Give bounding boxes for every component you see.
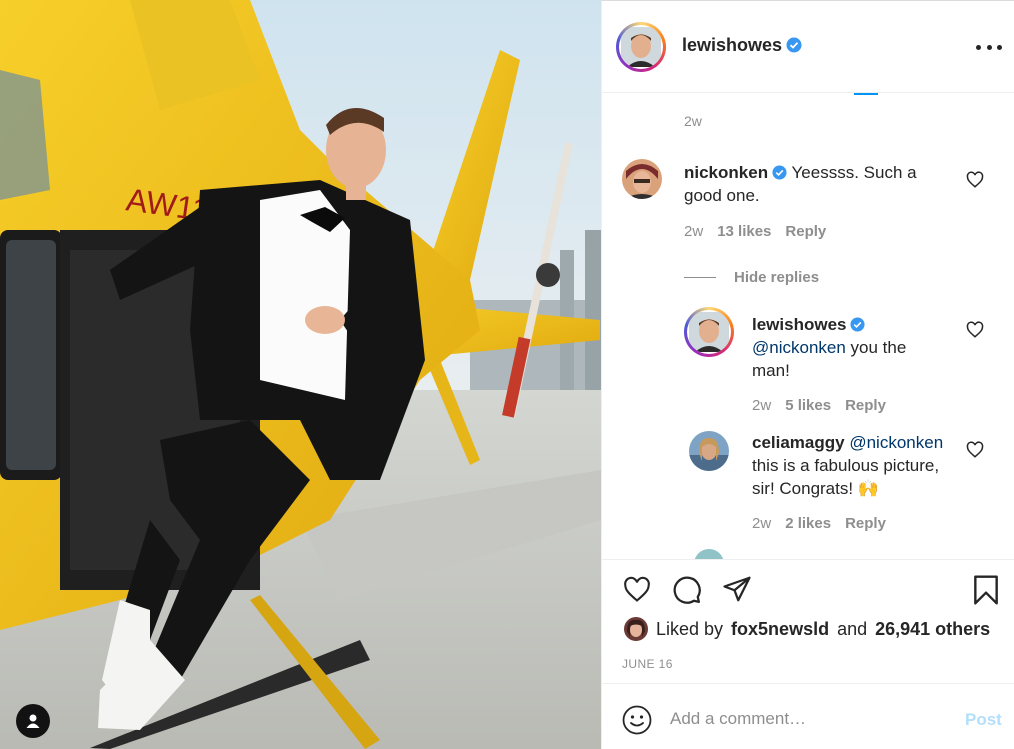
hide-replies-button[interactable]: Hide replies xyxy=(684,269,819,286)
reply-button[interactable]: Reply xyxy=(845,515,886,532)
like-reply-heart-icon[interactable] xyxy=(966,321,984,339)
reply: lewishowes @nickonken you the man! 2w 5 … xyxy=(602,307,1014,417)
more-horizontal-icon-dot xyxy=(986,44,992,50)
comments-list[interactable]: 2w nickonken Yeessss. Such a good one. 2… xyxy=(602,93,1014,559)
post-header: lewishowes xyxy=(602,1,1014,93)
reply-time: 2w xyxy=(752,515,772,532)
heart-icon[interactable] xyxy=(622,576,652,604)
author-username-text: lewishowes xyxy=(682,35,783,55)
verified-badge-icon xyxy=(850,317,866,332)
reply: celiamaggy @nickonken this is a fabulous… xyxy=(602,429,1014,539)
bookmark-icon[interactable] xyxy=(972,574,1000,606)
reply-meta: 2w 2 likes Reply xyxy=(752,515,886,532)
post-date[interactable]: JUNE 16 xyxy=(622,657,673,671)
author-username[interactable]: lewishowes xyxy=(682,35,802,56)
comment-body: nickonken Yeessss. Such a good one. xyxy=(684,161,954,207)
more-options-button[interactable] xyxy=(976,37,1002,57)
reply-mention[interactable]: @nickonken xyxy=(849,433,943,452)
comment: nickonken Yeessss. Such a good one. 2w 1… xyxy=(602,149,1014,259)
reply-avatar[interactable] xyxy=(689,431,729,471)
reply-username[interactable]: lewishowes xyxy=(752,315,846,334)
hide-replies-label: Hide replies xyxy=(734,269,820,286)
caption-time: 2w xyxy=(684,113,702,129)
reply-text-line1: you the xyxy=(850,338,907,357)
verified-badge-icon xyxy=(786,37,802,53)
verified-badge-icon xyxy=(772,165,787,180)
more-horizontal-icon-dot xyxy=(976,44,981,50)
post-comment-button[interactable]: Post xyxy=(965,710,1002,730)
reply-mention[interactable]: @nickonken xyxy=(752,338,846,357)
reply-body: celiamaggy @nickonken this is a fabulous… xyxy=(752,431,967,500)
tagged-users-button[interactable] xyxy=(16,704,50,738)
reply-body: lewishowes @nickonken you the man! xyxy=(752,313,952,382)
paper-plane-icon[interactable] xyxy=(722,574,752,604)
emoji-icon[interactable] xyxy=(622,705,652,735)
liked-by-others[interactable]: 26,941 others xyxy=(875,619,990,640)
reply-likes[interactable]: 2 likes xyxy=(785,515,831,532)
more-horizontal-icon-dot xyxy=(997,44,1002,50)
comment-input[interactable] xyxy=(670,706,930,732)
reply-button[interactable]: Reply xyxy=(785,223,826,240)
reply-button[interactable]: Reply xyxy=(845,397,886,414)
post-image: AW119 xyxy=(0,0,601,749)
comment-meta: 2w 13 likes Reply xyxy=(684,223,826,240)
reply-avatar-image xyxy=(689,312,729,352)
liked-by-row: Liked by fox5newsld and 26,941 others xyxy=(624,617,990,641)
add-comment-bar: Post xyxy=(602,683,1014,749)
reply-time: 2w xyxy=(752,397,772,414)
comment-text-line2: good one. xyxy=(684,186,760,205)
user-icon xyxy=(26,714,40,728)
liked-by-user[interactable]: fox5newsld xyxy=(731,619,829,640)
liked-by-prefix: Liked by xyxy=(656,618,724,639)
reply-avatar[interactable] xyxy=(684,307,734,357)
next-commenter-avatar xyxy=(694,549,724,559)
liked-by-and: and xyxy=(837,618,868,639)
reply-text-line3: sir! Congrats! 🙌 xyxy=(752,479,879,498)
liker-avatar[interactable] xyxy=(624,617,648,641)
author-avatar[interactable] xyxy=(616,22,666,72)
truncated-link-underline xyxy=(854,93,878,95)
comment-icon[interactable] xyxy=(672,575,702,605)
comment-likes[interactable]: 13 likes xyxy=(717,223,771,240)
divider xyxy=(684,277,716,278)
comment-username[interactable]: nickonken xyxy=(684,163,768,182)
comment-time: 2w xyxy=(684,223,704,240)
reply-text-line2: man! xyxy=(752,361,790,380)
reply-likes[interactable]: 5 likes xyxy=(785,397,831,414)
like-reply-heart-icon[interactable] xyxy=(966,441,984,459)
post-photo[interactable]: AW119 xyxy=(0,0,601,749)
commenter-avatar[interactable] xyxy=(622,159,662,199)
reply-username[interactable]: celiamaggy xyxy=(752,433,845,452)
post-side-panel: lewishowes 2w nickonken Yeessss. Such a … xyxy=(601,0,1014,749)
reply-meta: 2w 5 likes Reply xyxy=(752,397,886,414)
author-avatar-image xyxy=(621,27,661,67)
comment-text-line1: Yeessss. Such a xyxy=(791,163,917,182)
reply-text-line2: this is a fabulous picture, xyxy=(752,456,940,475)
like-comment-heart-icon[interactable] xyxy=(966,171,984,189)
post-actions: Liked by fox5newsld and 26,941 others JU… xyxy=(602,559,1014,683)
